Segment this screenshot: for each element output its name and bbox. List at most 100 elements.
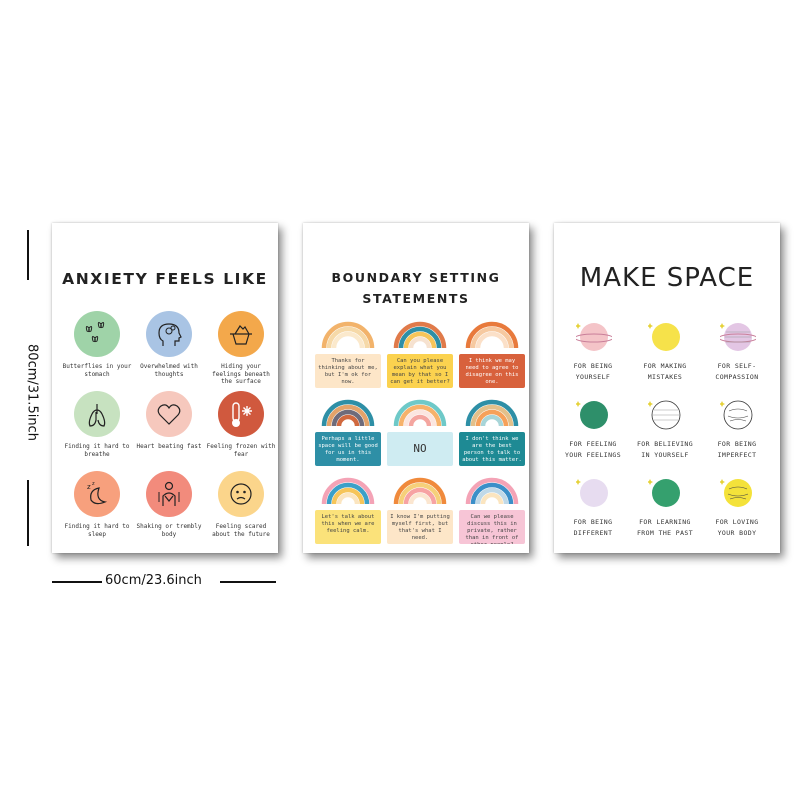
anxiety-item: Overwhelmed with thoughts bbox=[134, 311, 204, 391]
anxiety-item-label: Butterflies in your stomach bbox=[62, 363, 132, 378]
svg-text:z: z bbox=[87, 483, 91, 491]
make-space-label-line1: FOR BELIEVING bbox=[636, 440, 694, 448]
boundary-item: NO bbox=[385, 396, 455, 476]
heart-icon bbox=[146, 391, 192, 437]
make-space-label-line2: MISTAKES bbox=[647, 373, 683, 381]
lungs-icon bbox=[74, 391, 120, 437]
anxiety-item: Hiding your feelings beneath the surface bbox=[206, 311, 276, 391]
make-space-label: FOR MAKING MISTAKES bbox=[630, 361, 700, 383]
svg-text:z: z bbox=[92, 481, 95, 487]
poster-title-line1: BOUNDARY SETTING bbox=[331, 270, 501, 285]
make-space-label: FOR BELIEVING IN YOURSELF bbox=[630, 439, 700, 461]
boundary-statement: Can you please explain what you mean by … bbox=[387, 354, 453, 388]
width-dimension-line-right bbox=[220, 581, 276, 583]
boundary-item: Can we please discuss this in private, r… bbox=[457, 474, 527, 554]
make-space-item: FOR SELF- COMPASSION bbox=[702, 319, 772, 399]
make-space-label: FOR SELF- COMPASSION bbox=[702, 361, 772, 383]
anxiety-item-label: Heart beating fast bbox=[136, 443, 202, 450]
make-space-label-line1: FOR LOVING bbox=[715, 518, 759, 526]
rainbow-icon bbox=[465, 477, 519, 504]
boundary-statement: I don't think we are the best person to … bbox=[459, 432, 525, 466]
make-space-label: FOR BEING DIFFERENT bbox=[558, 517, 628, 539]
make-space-item: FOR LEARNING FROM THE PAST bbox=[630, 475, 700, 555]
outline-planet-icon bbox=[648, 400, 681, 430]
rainbow-icon bbox=[321, 321, 375, 348]
boundary-item: I don't think we are the best person to … bbox=[457, 396, 527, 476]
boundary-statement: Thanks for thinking about me, but I'm ok… bbox=[315, 354, 381, 388]
ringed-planet-icon bbox=[576, 323, 612, 351]
rainbow-icon bbox=[465, 321, 519, 348]
boundary-statement: Perhaps a little space will be good for … bbox=[315, 432, 381, 466]
rainbow-icon bbox=[393, 399, 447, 426]
anxiety-item: z z Finding it hard to sleep bbox=[62, 471, 132, 551]
make-space-item: FOR LOVING YOUR BODY bbox=[702, 475, 772, 555]
boundary-statement: Let's talk about this when we are feelin… bbox=[315, 510, 381, 544]
striped-planet-icon bbox=[720, 323, 756, 351]
anxiety-item: Butterflies in your stomach bbox=[62, 311, 132, 391]
height-dimension-line-bottom bbox=[27, 480, 29, 546]
make-space-label: FOR LEARNING FROM THE PAST bbox=[630, 517, 700, 539]
width-dimension-label: 60cm/23.6inch bbox=[105, 573, 202, 588]
rainbow-icon bbox=[465, 399, 519, 426]
anxiety-item: Feeling scared about the future bbox=[206, 471, 276, 551]
make-space-label-line1: FOR BEING bbox=[573, 362, 613, 370]
iceberg-icon bbox=[218, 311, 264, 357]
make-space-label: FOR BEING IMPERFECT bbox=[702, 439, 772, 461]
make-space-label-line1: FOR SELF- bbox=[717, 362, 757, 370]
boundary-item: Thanks for thinking about me, but I'm ok… bbox=[313, 318, 383, 398]
poster-title: MAKE SPACE bbox=[579, 263, 755, 293]
anxiety-item-label: Finding it hard to breathe bbox=[64, 443, 130, 458]
boundary-statement: I think we may need to agree to disagree… bbox=[459, 354, 525, 388]
anxiety-item-label: Feeling frozen with fear bbox=[206, 443, 276, 458]
anxiety-item-label: Hiding your feelings beneath the surface bbox=[212, 363, 270, 385]
make-space-label-line1: FOR FEELING bbox=[569, 440, 617, 448]
anxiety-item-label: Overwhelmed with thoughts bbox=[140, 363, 198, 378]
boundary-item: I think we may need to agree to disagree… bbox=[457, 318, 527, 398]
head-thoughts-icon bbox=[146, 311, 192, 357]
boundary-statement: NO bbox=[387, 432, 453, 466]
lilac-planet-icon bbox=[576, 479, 608, 507]
make-space-label-line2: YOURSELF bbox=[575, 373, 611, 381]
height-dimension-line bbox=[27, 230, 29, 280]
make-space-label-line1: FOR BEING bbox=[717, 440, 757, 448]
rainbow-icon bbox=[393, 321, 447, 348]
width-dimension-line-left bbox=[52, 581, 102, 583]
make-space-label: FOR BEING YOURSELF bbox=[558, 361, 628, 383]
make-space-label-line2: DIFFERENT bbox=[573, 529, 613, 537]
rainbow-icon bbox=[321, 399, 375, 426]
make-space-label-line2: IN YOURSELF bbox=[641, 451, 689, 459]
poster-boundary-statements: BOUNDARY SETTING STATEMENTS Thanks for t… bbox=[303, 223, 529, 553]
make-space-label-line2: YOUR BODY bbox=[717, 529, 757, 537]
poster-title: ANXIETY FEELS LIKE bbox=[62, 270, 268, 288]
rainbow-icon bbox=[321, 477, 375, 504]
make-space-label-line2: FROM THE PAST bbox=[636, 529, 694, 537]
yellow-planet-icon bbox=[648, 323, 680, 351]
make-space-item: FOR FEELING YOUR FEELINGS bbox=[558, 397, 628, 477]
height-dimension-label: 80cm/31.5inch bbox=[24, 344, 40, 441]
boundary-item: Perhaps a little space will be good for … bbox=[313, 396, 383, 476]
make-space-label-line2: YOUR FEELINGS bbox=[564, 451, 622, 459]
poster-title-line2: STATEMENTS bbox=[362, 291, 470, 306]
poster-anxiety-feels-like: ANXIETY FEELS LIKE Butterflies in your s… bbox=[52, 223, 278, 553]
make-space-label-line1: FOR BEING bbox=[573, 518, 613, 526]
anxiety-item-label: Finding it hard to sleep bbox=[64, 523, 130, 538]
anxiety-item: Shaking or trembly body bbox=[134, 471, 204, 551]
green-planet-icon bbox=[576, 401, 608, 429]
make-space-item: FOR BEING DIFFERENT bbox=[558, 475, 628, 555]
make-space-item: FOR MAKING MISTAKES bbox=[630, 319, 700, 399]
anxiety-item: Feeling frozen with fear bbox=[206, 391, 276, 471]
make-space-label-line2: IMPERFECT bbox=[717, 451, 757, 459]
butterflies-icon bbox=[74, 311, 120, 357]
make-space-label-line1: FOR MAKING bbox=[643, 362, 687, 370]
anxiety-item: Finding it hard to breathe bbox=[62, 391, 132, 471]
boundary-item: I know I'm putting myself first, but tha… bbox=[385, 474, 455, 554]
boundary-item: Can you please explain what you mean by … bbox=[385, 318, 455, 398]
scared-face-icon bbox=[218, 471, 264, 517]
make-space-item: FOR BEING IMPERFECT bbox=[702, 397, 772, 477]
make-space-label: FOR FEELING YOUR FEELINGS bbox=[558, 439, 628, 461]
boundary-statement: I know I'm putting myself first, but tha… bbox=[387, 510, 453, 544]
make-space-item: FOR BELIEVING IN YOURSELF bbox=[630, 397, 700, 477]
thermometer-icon bbox=[218, 391, 264, 437]
boundary-statement: Can we please discuss this in private, r… bbox=[459, 510, 525, 544]
anxiety-item-label: Shaking or trembly body bbox=[136, 523, 202, 538]
